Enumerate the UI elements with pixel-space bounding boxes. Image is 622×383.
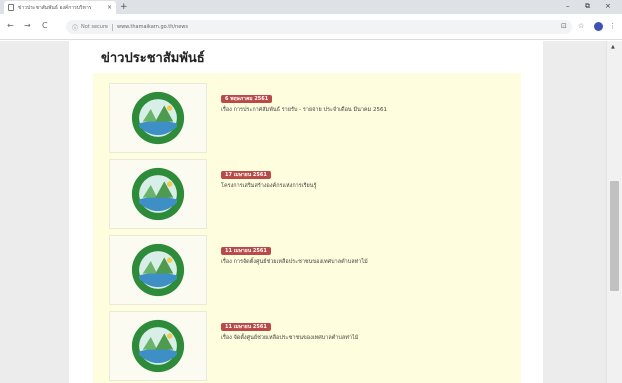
date-badge: 11 เมษายน 2561	[221, 323, 271, 331]
organization-logo-icon	[131, 243, 185, 297]
scrollbar-thumb[interactable]	[610, 181, 619, 291]
translate-icon[interactable]: ⊡	[561, 22, 567, 31]
tab-strip: ข่าวประชาสัมพันธ์ องค์การบริหาร × + – ⧉ …	[0, 0, 622, 14]
organization-logo-icon	[131, 319, 185, 373]
page-title: ข่าวประชาสัมพันธ์	[101, 51, 205, 66]
security-label: Not secure	[81, 24, 108, 30]
bookmark-star-icon[interactable]: ☆	[578, 22, 584, 31]
browser-menu-icon[interactable]: ⋮	[609, 22, 616, 31]
url-text[interactable]: www.thamaikarn.go.th/news	[117, 24, 188, 30]
organization-logo-icon	[131, 91, 185, 145]
tab-close-icon[interactable]: ×	[107, 4, 112, 11]
reload-button[interactable]: C	[42, 21, 48, 31]
address-divider	[112, 23, 113, 31]
back-button[interactable]: ←	[7, 21, 14, 31]
news-thumbnail[interactable]	[109, 83, 207, 153]
news-thumbnail[interactable]	[109, 311, 207, 381]
page-scrollbar[interactable]: ▲	[606, 41, 622, 383]
new-tab-button[interactable]: +	[120, 2, 128, 12]
news-title-link[interactable]: โครงการเสริมสร้างองค์กรแห่งการเรียนรู้	[221, 183, 511, 190]
scroll-up-arrow-icon[interactable]: ▲	[611, 44, 615, 50]
news-title-link[interactable]: เรื่อง จัดตั้งศูนย์ช่วยเหลือประชาชนของเท…	[221, 335, 511, 342]
date-badge: 6 พฤษภาคม 2561	[221, 95, 273, 103]
date-badge: 11 เมษายน 2561	[221, 247, 271, 255]
news-item[interactable]: 6 พฤษภาคม 2561 เรื่อง การประกาศสัมพันธ์ …	[93, 83, 521, 155]
page-content: ข่าวประชาสัมพันธ์ 6 พฤษภาคม 2561 เรื่อง	[69, 41, 543, 383]
restore-button[interactable]: ⧉	[585, 2, 590, 11]
browser-tab[interactable]: ข่าวประชาสัมพันธ์ องค์การบริหาร ×	[4, 1, 116, 14]
news-thumbnail[interactable]	[109, 235, 207, 305]
profile-avatar[interactable]	[594, 22, 603, 31]
minimize-button[interactable]: –	[566, 2, 570, 11]
date-badge: 17 เมษายน 2561	[221, 171, 271, 179]
page-favicon-icon	[8, 4, 14, 11]
organization-logo-icon	[131, 167, 185, 221]
news-title-link[interactable]: เรื่อง การประกาศสัมพันธ์ รายรับ - รายจ่า…	[221, 107, 511, 114]
address-bar[interactable]: ⓘ Not secure www.thamaikarn.go.th/news	[66, 20, 572, 34]
info-icon[interactable]: ⓘ	[72, 23, 78, 32]
news-item[interactable]: 11 เมษายน 2561 เรื่อง จัดตั้งศูนย์ช่วยเห…	[93, 311, 521, 383]
news-title-link[interactable]: เรื่อง การจัดตั้งศูนย์ช่วยเหลือประชาชนขอ…	[221, 259, 511, 266]
news-list: 6 พฤษภาคม 2561 เรื่อง การประกาศสัมพันธ์ …	[93, 73, 521, 383]
page-viewport: ข่าวประชาสัมพันธ์ 6 พฤษภาคม 2561 เรื่อง	[0, 41, 622, 383]
news-thumbnail[interactable]	[109, 159, 207, 229]
browser-toolbar: ← → C ⓘ Not secure www.thamaikarn.go.th/…	[0, 14, 622, 40]
news-item[interactable]: 17 เมษายน 2561 โครงการเสริมสร้างองค์กรแห…	[93, 159, 521, 231]
news-item[interactable]: 11 เมษายน 2561 เรื่อง การจัดตั้งศูนย์ช่ว…	[93, 235, 521, 307]
tab-title: ข่าวประชาสัมพันธ์ องค์การบริหาร	[18, 4, 92, 11]
forward-button[interactable]: →	[24, 21, 31, 31]
close-window-button[interactable]: ×	[605, 2, 611, 11]
